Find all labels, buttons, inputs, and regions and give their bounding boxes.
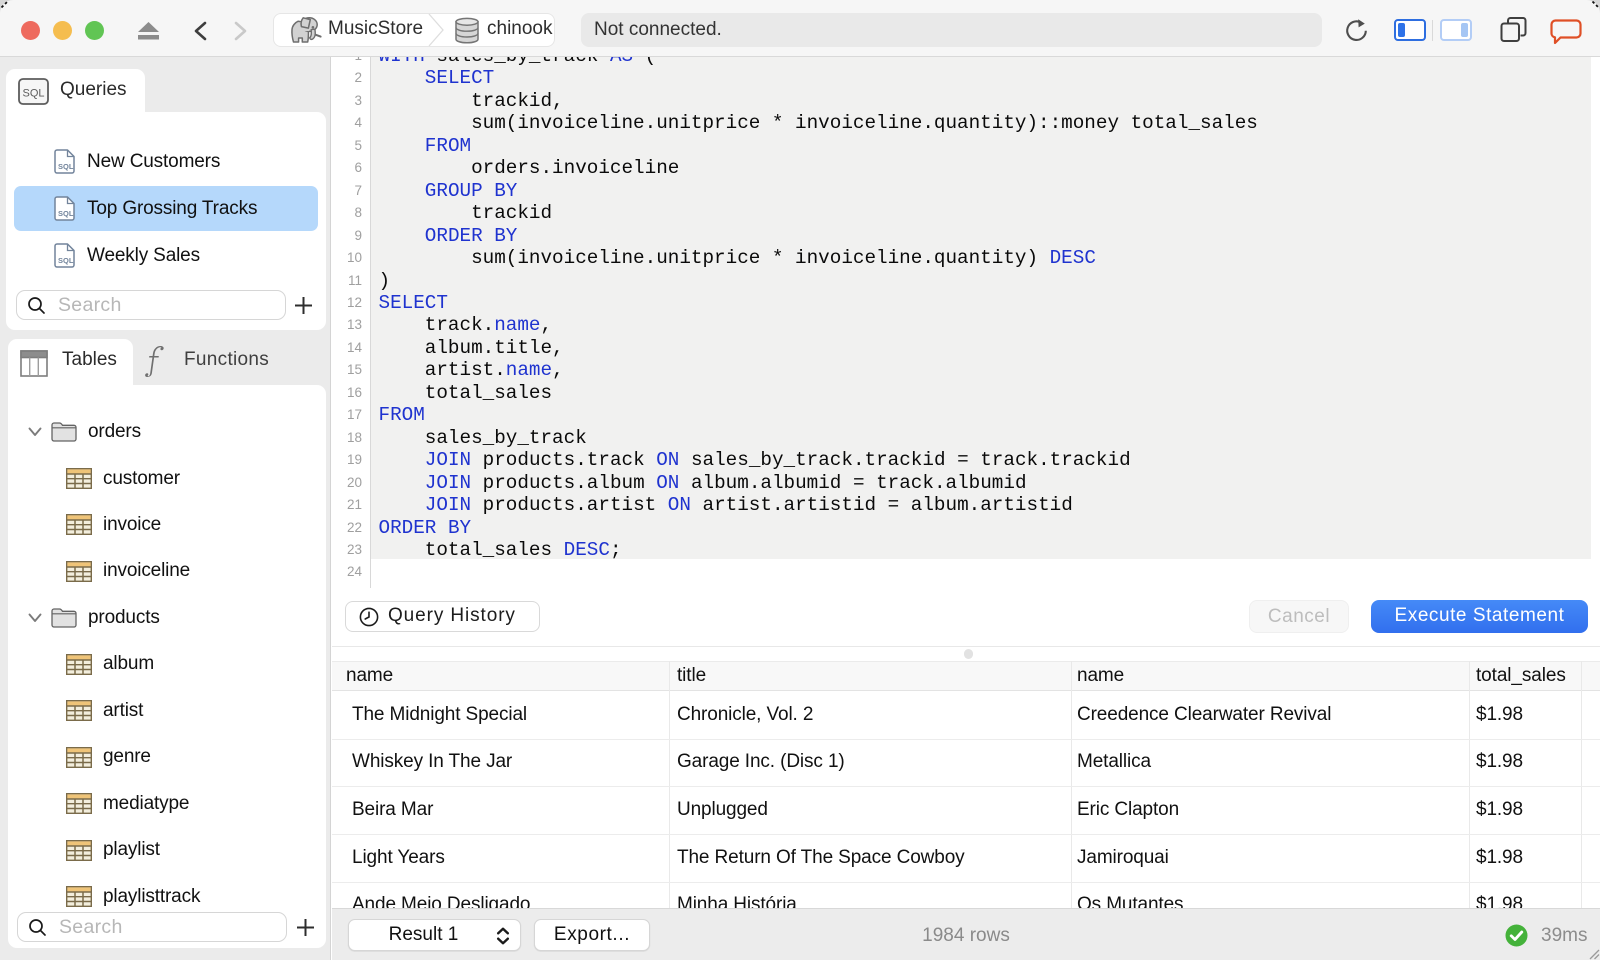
svg-text:SQL: SQL: [22, 88, 44, 100]
svg-text:SQL: SQL: [58, 209, 74, 218]
svg-text:SQL: SQL: [58, 162, 74, 171]
svg-text:SQL: SQL: [58, 256, 74, 265]
